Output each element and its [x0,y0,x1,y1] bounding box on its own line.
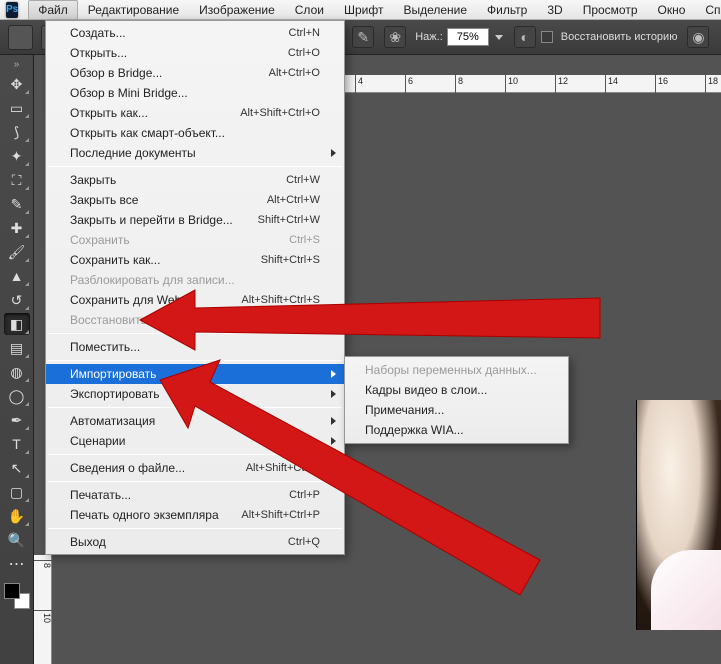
menu-item-label: Открыть... [70,46,288,60]
menu-help[interactable]: Справ [695,0,721,20]
hand-tool[interactable]: ✋ [4,505,30,527]
menu-item-shortcut: Alt+Shift+Ctrl+O [240,107,320,119]
crop-tool[interactable]: ⛶ [4,169,30,191]
lasso-tool[interactable]: ⟆ [4,121,30,143]
menu-item-label: Обзор в Mini Bridge... [70,86,320,100]
menu-filter[interactable]: Фильтр [477,0,537,20]
heal-tool[interactable]: ✚ [4,217,30,239]
menu-edit[interactable]: Редактирование [78,0,189,20]
menu-item-label: Открыть как смарт-объект... [70,126,320,140]
dodge-tool[interactable]: ◯ [4,385,30,407]
menu-item-shortcut: Alt+Ctrl+W [267,194,320,206]
menu-item-label: Закрыть и перейти в Bridge... [70,213,258,227]
menu-item-label: Создать... [70,26,289,40]
ruler-tick: 4 [355,75,363,93]
menu-separator [48,166,342,167]
ruler-tick: 16 [655,75,668,93]
blur-tool[interactable]: ◍ [4,361,30,383]
menu-item-label: Открыть как... [70,106,240,120]
ruler-tick: 8 [455,75,463,93]
menu-item[interactable]: Закрыть всеAlt+Ctrl+W [46,190,344,210]
app-logo: Ps [6,2,18,18]
menu-image[interactable]: Изображение [189,0,285,20]
menu-select[interactable]: Выделение [393,0,477,20]
type-tool[interactable]: T [4,433,30,455]
menu-item[interactable]: Последние документы [46,143,344,163]
menu-item[interactable]: ЗакрытьCtrl+W [46,170,344,190]
menu-item-label: Сохранить как... [70,253,261,267]
ruler-tick: 6 [405,75,413,93]
menu-layers[interactable]: Слои [285,0,334,20]
menu-item-shortcut: Ctrl+N [289,27,320,39]
path-select-tool[interactable]: ↖ [4,457,30,479]
canvas-image [636,400,721,630]
pen-tool[interactable]: ✒ [4,409,30,431]
eyedropper-tool[interactable]: ✎ [4,193,30,215]
menu-bar: Ps Файл Редактирование Изображение Слои … [0,0,721,20]
annotation-arrow-1 [140,280,610,363]
toolbox: » ✥ ▭ ⟆ ✦ ⛶ ✎ ✚ 🖌 ▲ ↺ ◧ ▤ ◍ ◯ ✒ T ↖ ▢ ✋ … [0,55,34,664]
move-tool[interactable]: ✥ [4,73,30,95]
menu-item[interactable]: Открыть...Ctrl+O [46,43,344,63]
marquee-tool[interactable]: ▭ [4,97,30,119]
eraser-tool[interactable]: ◧ [4,313,30,335]
opacity-label: Наж.: [415,31,443,43]
ruler-tick: 10 [34,610,52,623]
edit-toolbar[interactable]: ⋯ [4,553,30,575]
ruler-tick: 14 [605,75,618,93]
vertical-ruler: 8 10 [34,555,52,664]
menu-item-shortcut: Alt+Ctrl+O [269,67,320,79]
submenu-arrow-icon [331,149,336,157]
menu-3d[interactable]: 3D [537,0,572,20]
history-label: Восстановить историю [561,31,678,43]
ruler-tick: 8 [34,560,52,568]
menu-item-shortcut: Shift+Ctrl+S [261,254,320,266]
toolbox-collapse-icon[interactable]: » [0,59,33,71]
menu-item-shortcut: Ctrl+S [289,234,320,246]
opacity-field[interactable]: 75% [447,28,489,46]
history-brush-tool[interactable]: ↺ [4,289,30,311]
menu-item[interactable]: Обзор в Bridge...Alt+Ctrl+O [46,63,344,83]
brush-tool[interactable]: 🖌 [4,241,30,263]
menu-item-label: Сохранить [70,233,289,247]
zoom-tool[interactable]: 🔍 [4,529,30,551]
color-swatches[interactable] [4,583,30,609]
chevron-down-icon[interactable] [495,35,503,40]
foreground-color-swatch[interactable] [4,583,20,599]
menu-item-label: Обзор в Bridge... [70,66,269,80]
menu-item-shortcut: Ctrl+O [288,47,320,59]
brush-settings-icon[interactable]: ✎ [352,26,374,48]
menu-file[interactable]: Файл [28,0,78,20]
history-checkbox[interactable] [541,31,553,43]
ruler-tick: 18 [705,75,718,93]
horizontal-ruler: 4 6 8 10 12 14 16 18 [345,75,721,93]
menu-item-shortcut: Shift+Ctrl+W [258,214,320,226]
menu-window[interactable]: Окно [648,0,696,20]
annotation-arrow-2 [160,360,560,603]
shape-tool[interactable]: ▢ [4,481,30,503]
menu-item[interactable]: Закрыть и перейти в Bridge...Shift+Ctrl+… [46,210,344,230]
stamp-tool[interactable]: ▲ [4,265,30,287]
menu-item-label: Закрыть [70,173,286,187]
wand-tool[interactable]: ✦ [4,145,30,167]
airbrush-icon[interactable]: ❀ [384,26,406,48]
tool-preset-picker[interactable] [8,25,33,50]
menu-view[interactable]: Просмотр [573,0,648,20]
menu-item[interactable]: Создать...Ctrl+N [46,23,344,43]
menu-item[interactable]: Открыть как...Alt+Shift+Ctrl+O [46,103,344,123]
ruler-tick: 12 [555,75,568,93]
menu-item[interactable]: Обзор в Mini Bridge... [46,83,344,103]
pressure-opacity-icon[interactable]: ◐ [514,26,536,48]
menu-item-label: Последние документы [70,146,320,160]
menu-item-shortcut: Ctrl+W [286,174,320,186]
menu-item-label: Закрыть все [70,193,267,207]
menu-item[interactable]: Сохранить как...Shift+Ctrl+S [46,250,344,270]
menu-item: СохранитьCtrl+S [46,230,344,250]
menu-item[interactable]: Открыть как смарт-объект... [46,123,344,143]
tablet-pressure-icon[interactable]: ◉ [687,26,709,48]
gradient-tool[interactable]: ▤ [4,337,30,359]
ruler-tick: 10 [505,75,518,93]
menu-type[interactable]: Шрифт [334,0,393,20]
